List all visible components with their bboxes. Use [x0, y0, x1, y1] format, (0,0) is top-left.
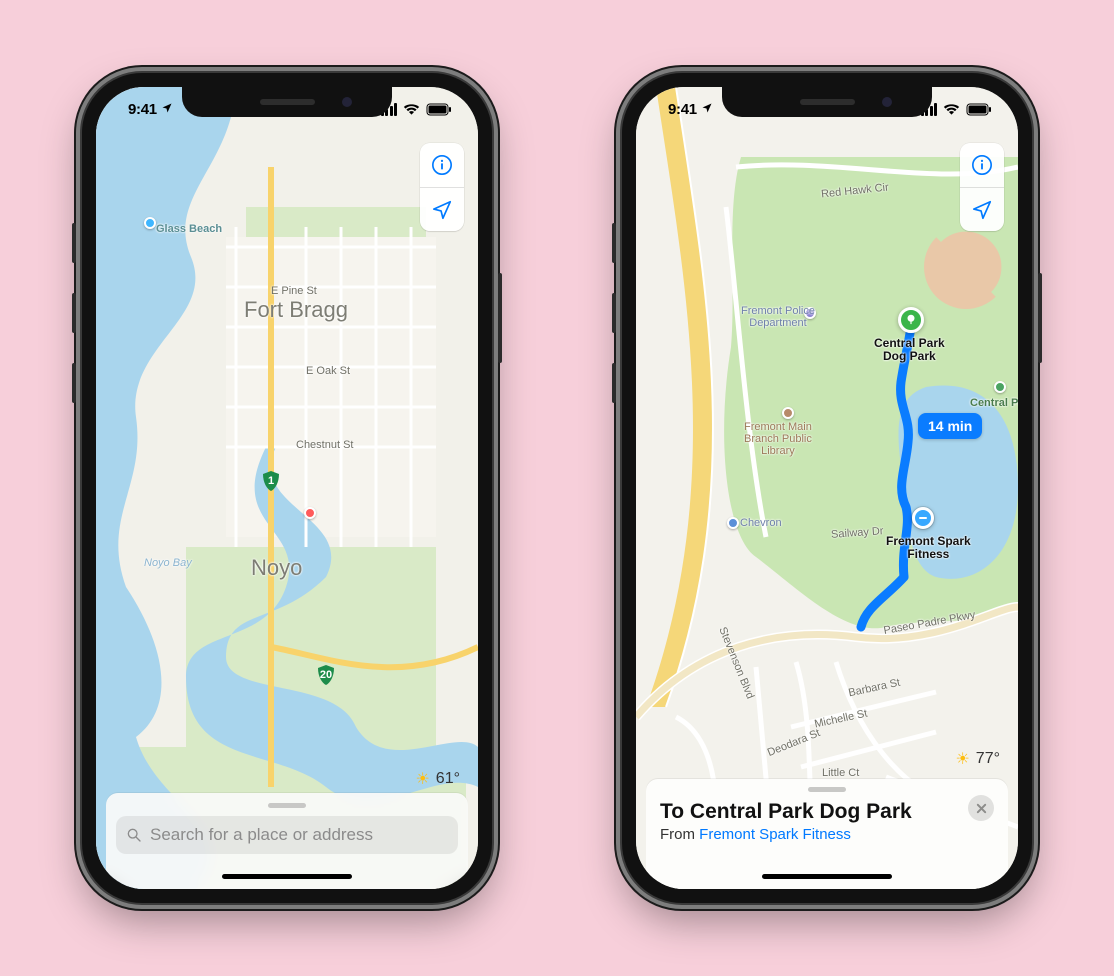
- home-indicator[interactable]: [762, 874, 892, 879]
- directions-subtitle: From Fremont Spark Fitness: [660, 826, 994, 843]
- close-button[interactable]: [968, 795, 994, 821]
- label-e-oak-st: E Oak St: [306, 365, 350, 377]
- close-icon: [976, 803, 987, 814]
- label-chestnut-st: Chestnut St: [296, 439, 353, 451]
- locate-button[interactable]: [960, 187, 1004, 231]
- label-fremont-police: Fremont Police Department: [741, 305, 815, 329]
- label-fremont-library: Fremont Main Branch Public Library: [744, 421, 812, 457]
- locate-icon: [431, 199, 453, 221]
- current-location-dot[interactable]: [912, 507, 934, 529]
- label-little-ct: Little Ct: [822, 767, 859, 779]
- directions-title: To Central Park Dog Park: [660, 800, 994, 824]
- search-placeholder: Search for a place or address: [150, 825, 373, 845]
- search-input[interactable]: Search for a place or address: [116, 816, 458, 854]
- notch: [182, 87, 392, 117]
- poi-hospital[interactable]: [304, 507, 316, 519]
- info-button[interactable]: [420, 143, 464, 187]
- home-indicator[interactable]: [222, 874, 352, 879]
- destination-pin[interactable]: [898, 307, 924, 333]
- search-icon: [126, 827, 142, 843]
- weather-widget[interactable]: ☀︎ 61°: [415, 769, 460, 789]
- battery-icon: [426, 103, 452, 116]
- info-button[interactable]: [960, 143, 1004, 187]
- locate-button[interactable]: [420, 187, 464, 231]
- notch: [722, 87, 932, 117]
- label-central-park: Central Park: [970, 397, 1018, 409]
- label-noyo: Noyo: [251, 555, 302, 581]
- label-glass-beach: Glass Beach: [156, 223, 222, 235]
- map-controls: [960, 143, 1004, 231]
- map-controls: [420, 143, 464, 231]
- location-services-icon: [701, 101, 713, 118]
- sun-icon: ☀︎: [955, 749, 969, 769]
- battery-icon: [966, 103, 992, 116]
- phone-right: Red Hawk Cir Fremont Police Department C…: [622, 73, 1032, 903]
- sun-icon: ☀︎: [415, 769, 429, 789]
- from-prefix: From: [660, 826, 699, 843]
- label-noyo-bay: Noyo Bay: [144, 557, 192, 569]
- card-grabber[interactable]: [268, 803, 306, 808]
- route-time-badge[interactable]: 14 min: [918, 413, 982, 439]
- label-e-pine-st: E Pine St: [271, 285, 317, 297]
- label-spark-fitness: Fremont Spark Fitness: [886, 535, 971, 561]
- weather-widget[interactable]: ☀︎ 77°: [955, 749, 1000, 769]
- locate-icon: [971, 199, 993, 221]
- tree-icon: [904, 313, 918, 327]
- weather-temp: 77°: [976, 750, 1000, 768]
- directions-card[interactable]: To Central Park Dog Park From Fremont Sp…: [646, 779, 1008, 889]
- poi-library[interactable]: [782, 407, 794, 419]
- wifi-icon: [403, 103, 420, 116]
- info-icon: [971, 154, 993, 176]
- highway-shield-1: 1: [259, 469, 283, 493]
- highway-shield-20: 20: [314, 663, 338, 687]
- wifi-icon: [943, 103, 960, 116]
- poi-glass-beach[interactable]: [144, 217, 156, 229]
- phone-left: Glass Beach Fort Bragg E Pine St E Oak S…: [82, 73, 492, 903]
- status-time: 9:41: [668, 101, 697, 118]
- screen: Glass Beach Fort Bragg E Pine St E Oak S…: [96, 87, 478, 889]
- directions-from-link[interactable]: Fremont Spark Fitness: [699, 826, 851, 843]
- poi-chevron[interactable]: [727, 517, 739, 529]
- screen: Red Hawk Cir Fremont Police Department C…: [636, 87, 1018, 889]
- weather-temp: 61°: [436, 770, 460, 788]
- status-time: 9:41: [128, 101, 157, 118]
- label-fort-bragg: Fort Bragg: [244, 297, 348, 323]
- label-central-park-dog-park: Central Park Dog Park: [874, 337, 945, 363]
- card-grabber[interactable]: [808, 787, 846, 792]
- info-icon: [431, 154, 453, 176]
- location-services-icon: [161, 101, 173, 118]
- label-chevron: Chevron: [740, 517, 782, 529]
- poi-central-park[interactable]: [994, 381, 1006, 393]
